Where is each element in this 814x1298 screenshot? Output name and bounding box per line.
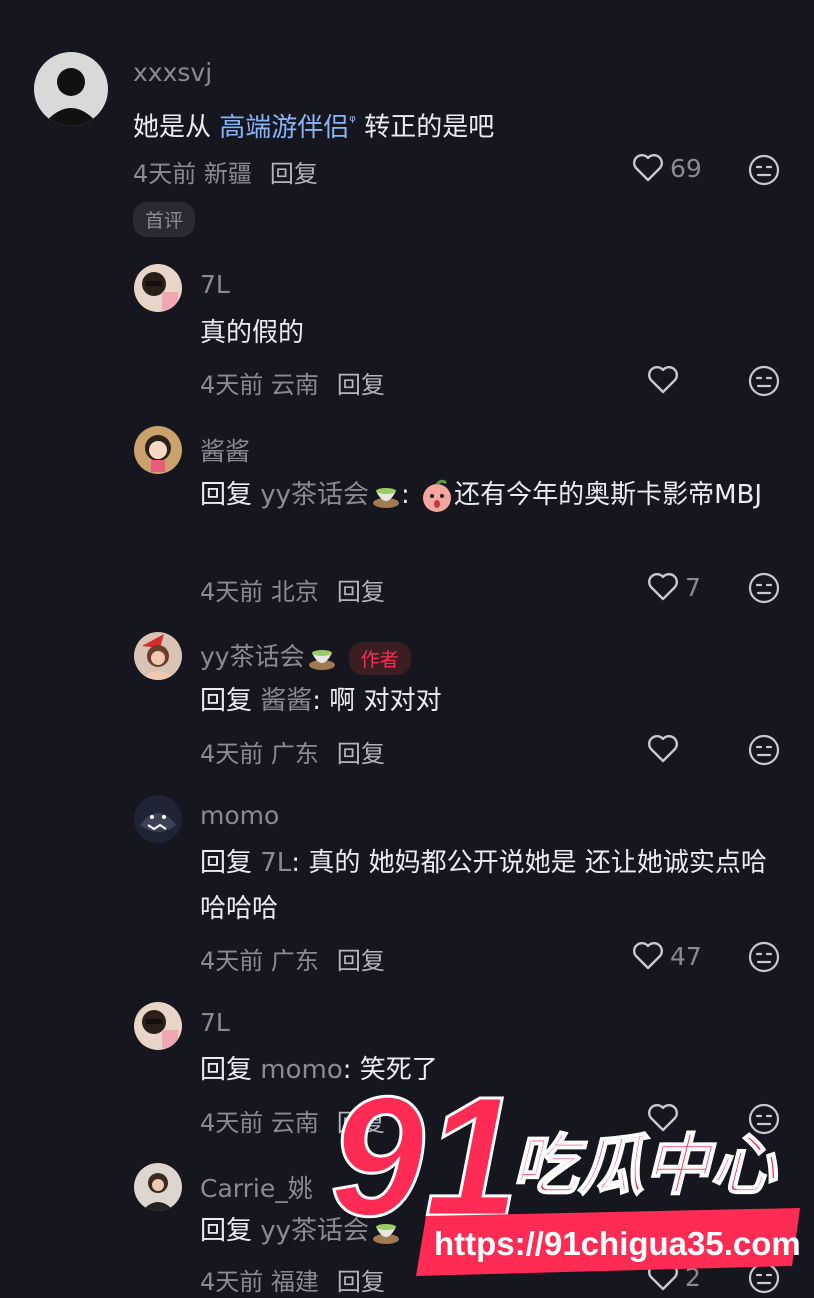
reply-to-user[interactable]: 7L: [260, 848, 291, 878]
like-button[interactable]: 69: [632, 153, 702, 183]
comment-text: 真的假的: [200, 318, 305, 348]
author-badge: 作者: [348, 641, 411, 675]
heart-icon: [633, 154, 663, 182]
like-count: 47: [670, 941, 702, 971]
reply-button[interactable]: 回复: [337, 1268, 385, 1296]
heart-icon: [648, 1263, 678, 1291]
like-button[interactable]: [647, 734, 679, 764]
like-button[interactable]: [647, 365, 679, 395]
username[interactable]: 酱酱: [200, 432, 250, 468]
dislike-button[interactable]: [748, 365, 780, 401]
meh-face-icon: [748, 365, 780, 397]
dislike-button[interactable]: [748, 941, 780, 977]
dislike-button[interactable]: [748, 572, 780, 608]
like-button[interactable]: [647, 1103, 679, 1133]
timestamp: 4天前 云南: [200, 1109, 319, 1137]
meh-face-icon: [748, 154, 780, 186]
peach-face-emoji-icon: [423, 479, 452, 512]
reply-button[interactable]: 回复: [337, 740, 385, 768]
comment-meta: 4天前 云南 回复: [200, 365, 385, 400]
avatar[interactable]: [34, 52, 108, 126]
heart-icon: [648, 735, 678, 763]
comment-text: 回复 yy茶话会: [200, 1208, 780, 1254]
reply-button[interactable]: 回复: [270, 160, 318, 188]
comment-text: 她是从 高端游伴侣ᵠ 转正的是吧: [133, 111, 495, 143]
search-link[interactable]: 高端游伴侣ᵠ: [219, 111, 356, 143]
timestamp: 4天前 福建: [200, 1268, 319, 1296]
reply-button[interactable]: 回复: [337, 1109, 385, 1137]
heart-icon: [648, 1104, 678, 1132]
like-count: 2: [685, 1262, 701, 1292]
like-button[interactable]: 7: [647, 572, 701, 602]
comment-text: 回复 7L: 真的 她妈都公开说她是 还让她诚实点哈哈哈哈: [200, 848, 767, 924]
heart-icon: [633, 942, 663, 970]
meh-face-icon: [748, 1262, 780, 1294]
avatar[interactable]: [134, 632, 182, 680]
like-button[interactable]: 2: [647, 1262, 701, 1292]
username[interactable]: momo: [200, 801, 279, 830]
comment-meta: 4天前 云南 回复: [200, 1103, 385, 1138]
heart-icon: [648, 573, 678, 601]
reply-to-user[interactable]: yy茶话会: [260, 480, 369, 510]
timestamp: 4天前 广东: [200, 740, 319, 768]
tea-cup-emoji-icon: [373, 487, 400, 508]
like-count: 69: [670, 153, 702, 183]
comment-text: 回复 yy茶话会: 还有今年的奥斯卡影帝MBJ: [200, 472, 780, 518]
meh-face-icon: [748, 941, 780, 973]
meh-face-icon: [748, 572, 780, 604]
reply-to-user[interactable]: yy茶话会: [260, 1216, 369, 1246]
username: yy茶话会 作者: [200, 637, 411, 675]
like-count: 7: [685, 572, 701, 602]
tea-cup-emoji-icon: [308, 650, 335, 670]
username[interactable]: 7L: [200, 270, 230, 299]
reply-button[interactable]: 回复: [337, 578, 385, 606]
timestamp: 4天前 云南: [200, 371, 319, 399]
comment-meta: 4天前 新疆 回复: [133, 154, 318, 189]
username[interactable]: 7L: [200, 1008, 230, 1037]
reply-to-user[interactable]: 酱酱: [260, 686, 312, 716]
timestamp: 4天前 北京: [200, 578, 319, 606]
dislike-button[interactable]: [748, 1103, 780, 1139]
reply-button[interactable]: 回复: [337, 947, 385, 975]
dislike-button[interactable]: [748, 1262, 780, 1298]
comment-meta: 4天前 广东 回复: [200, 941, 385, 976]
reply-button[interactable]: 回复: [337, 371, 385, 399]
dislike-button[interactable]: [748, 734, 780, 770]
meh-face-icon: [748, 1103, 780, 1135]
avatar[interactable]: [134, 1163, 182, 1211]
avatar[interactable]: [134, 426, 182, 474]
avatar[interactable]: [134, 795, 182, 843]
tea-cup-emoji-icon: [373, 1223, 400, 1244]
reply-to-user[interactable]: momo: [260, 1055, 342, 1085]
comment-meta: 4天前 广东 回复: [200, 734, 385, 769]
first-comment-badge: 首评: [133, 202, 196, 237]
comment-text: 回复 酱酱: 啊 对对对: [200, 686, 442, 716]
meh-face-icon: [748, 734, 780, 766]
timestamp: 4天前 广东: [200, 947, 319, 975]
avatar[interactable]: [134, 1002, 182, 1050]
username[interactable]: xxxsvj: [133, 58, 212, 87]
dislike-button[interactable]: [748, 154, 780, 190]
comment-meta: 4天前 北京 回复: [200, 572, 385, 607]
heart-icon: [648, 366, 678, 394]
watermark-name: 吃瓜中心: [512, 1127, 778, 1204]
username[interactable]: Carrie_姚: [200, 1169, 313, 1205]
timestamp: 4天前 新疆: [133, 160, 252, 188]
avatar[interactable]: [134, 264, 182, 312]
like-button[interactable]: 47: [632, 941, 702, 971]
comment-text: 回复 momo: 笑死了: [200, 1055, 438, 1085]
